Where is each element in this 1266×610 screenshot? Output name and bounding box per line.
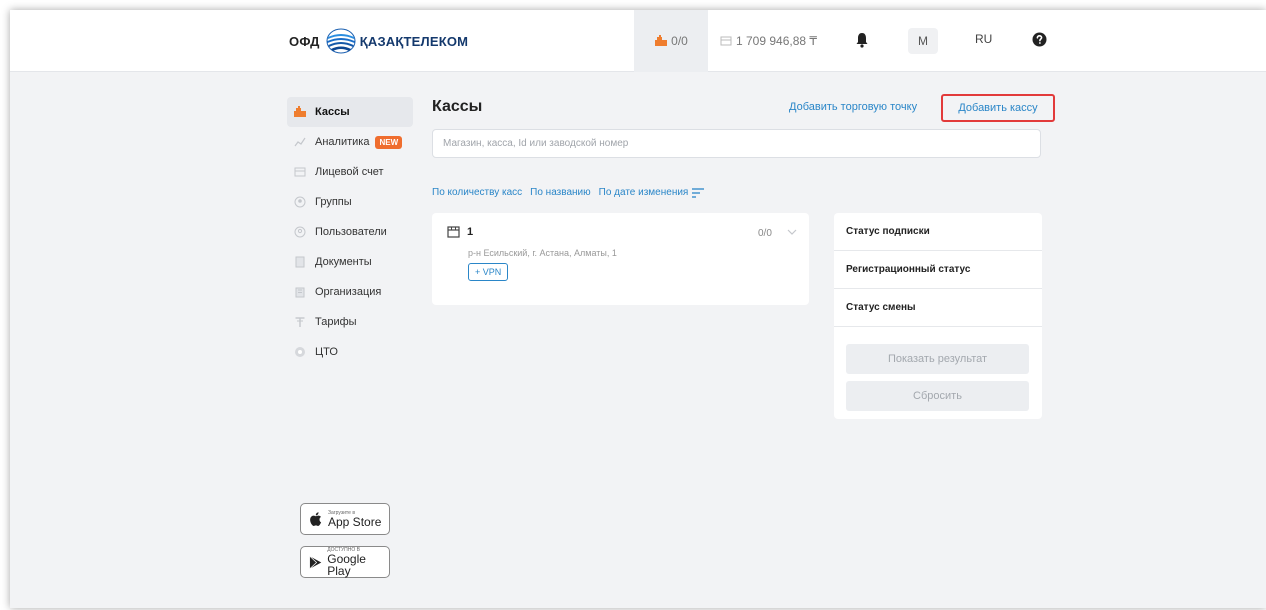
app-window: ОФД ҚАЗАҚТЕЛЕКОМ 0/0 1 709 946,88 ₸ M RU… xyxy=(10,10,1266,608)
avatar[interactable]: M xyxy=(908,28,938,54)
sidebar: Кассы Аналитика NEW Лицевой счет Группы xyxy=(287,97,413,367)
top-header: ОФД ҚАЗАҚТЕЛЕКОМ 0/0 1 709 946,88 ₸ M RU xyxy=(10,10,1266,72)
sidebar-item-label: Кассы xyxy=(315,106,350,118)
kassa-count: 0/0 xyxy=(758,228,772,239)
show-result-button[interactable]: Показать результат xyxy=(846,344,1029,374)
sidebar-item-account[interactable]: Лицевой счет xyxy=(287,157,413,187)
google-play-big-text: Google Play xyxy=(327,551,366,578)
balance-text: 1 709 946,88 ₸ xyxy=(736,34,818,48)
wallet-icon xyxy=(293,165,307,179)
sort-icon[interactable] xyxy=(692,187,705,198)
logo[interactable]: ОФД ҚАЗАҚТЕЛЕКОМ xyxy=(289,27,468,55)
sidebar-item-tariffs[interactable]: Тарифы xyxy=(287,307,413,337)
cash-register-icon xyxy=(655,35,668,46)
kkm-counter[interactable]: 0/0 xyxy=(634,10,708,72)
cash-register-icon xyxy=(293,105,307,119)
balance[interactable]: 1 709 946,88 ₸ xyxy=(720,10,817,72)
apple-icon xyxy=(310,512,322,526)
sort-by-date[interactable]: По дате изменения xyxy=(599,187,689,198)
reset-button[interactable]: Сбросить xyxy=(846,381,1029,411)
sidebar-item-label: Аналитика xyxy=(315,136,370,148)
sort-by-count[interactable]: По количеству касс xyxy=(432,187,522,198)
service-icon xyxy=(293,345,307,359)
filter-subscription-status[interactable]: Статус подписки xyxy=(834,213,1042,251)
wallet-icon xyxy=(720,36,732,46)
sort-options: По количеству касс По названию По дате и… xyxy=(432,187,705,198)
google-play-label: ДОСТУПНО В Google Play xyxy=(327,547,389,578)
chart-icon xyxy=(293,135,307,149)
help-button[interactable] xyxy=(1032,32,1047,52)
language-switch[interactable]: RU xyxy=(975,32,992,46)
kkm-count-text: 0/0 xyxy=(671,34,688,48)
kassa-card[interactable]: 1 0/0 р-н Есильский, г. Астана, Алматы, … xyxy=(432,213,809,305)
groups-icon xyxy=(293,195,307,209)
sidebar-item-label: Лицевой счет xyxy=(315,166,384,178)
sidebar-item-groups[interactable]: Группы xyxy=(287,187,413,217)
vpn-button[interactable]: + VPN xyxy=(468,263,509,281)
chevron-down-icon[interactable] xyxy=(787,229,797,235)
sidebar-item-label: Организация xyxy=(315,286,382,298)
kassa-name: 1 xyxy=(467,226,474,238)
building-icon xyxy=(293,285,307,299)
google-play-button[interactable]: ДОСТУПНО В Google Play xyxy=(300,546,390,578)
filter-panel: Статус подписки Регистрационный статус С… xyxy=(834,213,1042,419)
sidebar-item-cto[interactable]: ЦТО xyxy=(287,337,413,367)
app-store-big-text: App Store xyxy=(328,514,382,529)
sort-by-name[interactable]: По названию xyxy=(530,187,590,198)
sidebar-item-documents[interactable]: Документы xyxy=(287,247,413,277)
sidebar-item-label: Пользователи xyxy=(315,226,387,238)
filter-registration-status[interactable]: Регистрационный статус xyxy=(834,251,1042,289)
sidebar-item-users[interactable]: Пользователи xyxy=(287,217,413,247)
kassa-address: р-н Есильский, г. Астана, Алматы, 1 xyxy=(468,248,617,258)
tariff-icon xyxy=(293,315,307,329)
logo-company-text: ҚАЗАҚТЕЛЕКОМ xyxy=(359,33,469,49)
sidebar-item-analytics[interactable]: Аналитика NEW xyxy=(287,127,413,157)
filter-shift-status[interactable]: Статус смены xyxy=(834,289,1042,327)
document-icon xyxy=(293,255,307,269)
add-trade-point-link[interactable]: Добавить торговую точку xyxy=(789,101,917,113)
app-store-label: Загрузите в App Store xyxy=(328,510,382,529)
sidebar-item-label: Группы xyxy=(315,196,352,208)
logo-ofd-text: ОФД xyxy=(289,33,320,49)
search-input[interactable] xyxy=(432,129,1041,158)
kassa-icon xyxy=(447,226,460,238)
app-store-button[interactable]: Загрузите в App Store xyxy=(300,503,390,535)
google-play-icon xyxy=(309,555,322,569)
notifications-button[interactable] xyxy=(855,32,869,53)
sidebar-item-label: Тарифы xyxy=(315,316,357,328)
users-icon xyxy=(293,225,307,239)
help-icon xyxy=(1032,32,1047,47)
sidebar-item-organization[interactable]: Организация xyxy=(287,277,413,307)
sidebar-item-kassy[interactable]: Кассы xyxy=(287,97,413,127)
sidebar-item-label: ЦТО xyxy=(315,346,338,358)
kazakhtelecom-logo-icon xyxy=(326,28,356,54)
new-badge: NEW xyxy=(375,135,403,149)
add-kassa-link[interactable]: Добавить кассу xyxy=(941,94,1055,122)
sidebar-item-label: Документы xyxy=(315,256,372,268)
bell-icon xyxy=(856,33,868,48)
page-title: Кассы xyxy=(432,98,483,115)
